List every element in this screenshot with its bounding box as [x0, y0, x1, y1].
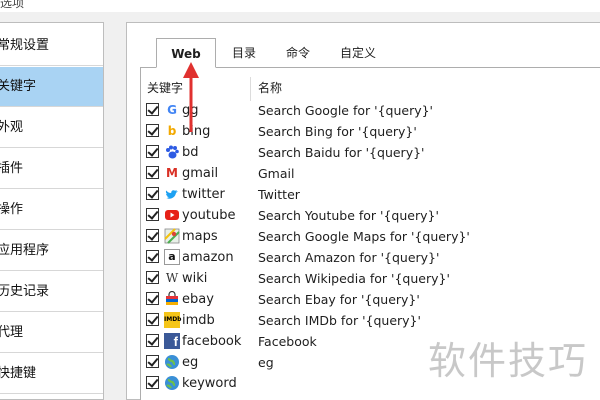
sidebar-item-applications[interactable]: 应用程序: [0, 231, 103, 271]
table-row[interactable]: a amazon Search Amazon for '{query}': [141, 247, 600, 268]
window-title: 选项: [0, 0, 25, 10]
sidebar-item-hotkeys[interactable]: 快捷键: [0, 354, 103, 394]
amazon-icon: a: [164, 249, 180, 265]
gmail-icon: M: [166, 166, 178, 180]
row-checkbox[interactable]: [146, 334, 159, 347]
table-row[interactable]: youtube Search Youtube for '{query}': [141, 205, 600, 226]
column-divider[interactable]: [250, 77, 251, 101]
tab-directory[interactable]: 目录: [222, 39, 266, 67]
tab-command[interactable]: 命令: [276, 39, 320, 67]
row-checkbox[interactable]: [146, 355, 159, 368]
sidebar-item-history[interactable]: 历史记录: [0, 272, 103, 312]
sidebar-item-proxy[interactable]: 代理: [0, 313, 103, 353]
column-header-name[interactable]: 名称: [258, 77, 282, 99]
row-checkbox[interactable]: [146, 124, 159, 137]
wikipedia-icon: W: [165, 271, 179, 285]
sidebar-item-appearance[interactable]: 外观: [0, 108, 103, 148]
row-checkbox[interactable]: [146, 271, 159, 284]
sidebar-item-keywords[interactable]: 关键字: [0, 67, 103, 107]
row-checkbox[interactable]: [146, 145, 159, 158]
table-row[interactable]: ebay Search Ebay for '{query}': [141, 289, 600, 310]
row-checkbox[interactable]: [146, 103, 159, 116]
watermark: 软件技巧: [428, 339, 589, 383]
table-row[interactable]: M gmail Gmail: [141, 163, 600, 184]
row-checkbox[interactable]: [146, 292, 159, 305]
imdb-icon: IMDb: [164, 312, 181, 328]
table-row[interactable]: W wiki Search Wikipedia for '{query}': [141, 268, 600, 289]
globe-icon: [164, 354, 180, 370]
sidebar-item-actions[interactable]: 操作: [0, 190, 103, 230]
settings-sidebar: 常规设置 关键字 外观 插件 操作 应用程序 历史记录 代理 快捷键: [0, 22, 104, 400]
maps-icon: [164, 228, 180, 244]
tab-custom[interactable]: 自定义: [330, 39, 386, 67]
table-row[interactable]: maps Search Google Maps for '{query}': [141, 226, 600, 247]
table-row[interactable]: twitter Twitter: [141, 184, 600, 205]
row-checkbox[interactable]: [146, 187, 159, 200]
title-bar: 选项: [0, 0, 600, 12]
row-checkbox[interactable]: [146, 313, 159, 326]
row-checkbox[interactable]: [146, 208, 159, 221]
annotation-arrow: [183, 62, 199, 132]
ebay-bag-icon: [164, 290, 180, 307]
youtube-icon: [164, 207, 180, 223]
row-checkbox[interactable]: [146, 250, 159, 263]
twitter-bird-icon: [164, 186, 180, 202]
table-row[interactable]: IMDb imdb Search IMDb for '{query}': [141, 310, 600, 331]
sidebar-item-general[interactable]: 常规设置: [0, 26, 103, 66]
sidebar-item-plugins[interactable]: 插件: [0, 149, 103, 189]
facebook-icon: f: [164, 333, 180, 349]
row-checkbox[interactable]: [146, 376, 159, 389]
row-checkbox[interactable]: [146, 229, 159, 242]
row-checkbox[interactable]: [146, 166, 159, 179]
globe-icon: [164, 375, 180, 391]
